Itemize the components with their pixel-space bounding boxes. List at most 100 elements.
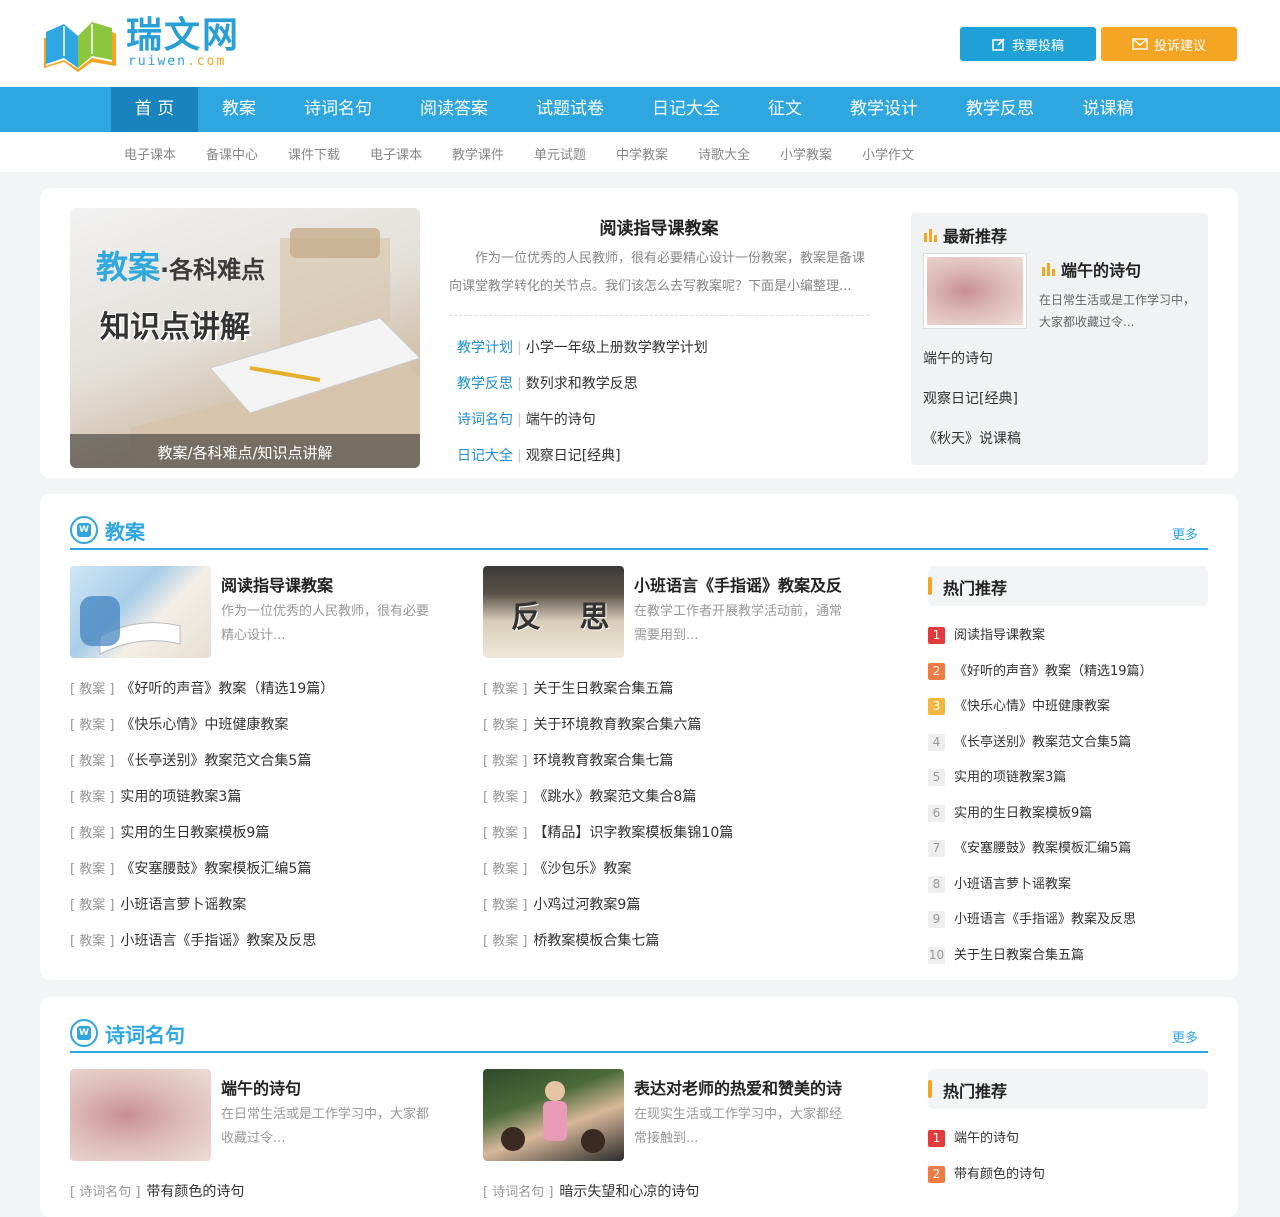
- section-title[interactable]: 诗词名句: [105, 1019, 185, 1048]
- hero-link[interactable]: 诗词名句 | 端午的诗句: [449, 402, 869, 438]
- list-item[interactable]: [ 教案 ] 【精品】识字教案模板集锦10篇: [483, 822, 733, 842]
- recommend-link[interactable]: 《秋天》说课稿: [923, 428, 1021, 448]
- hot-item[interactable]: 6 实用的生日教案模板9篇: [928, 802, 1092, 822]
- subnav-item[interactable]: 单元试题: [534, 144, 586, 163]
- subnav-item[interactable]: 备课中心: [206, 144, 258, 163]
- list-item[interactable]: [ 诗词名句 ] 带有颜色的诗句: [70, 1181, 244, 1201]
- latest-recommend-heading: 最新推荐: [923, 223, 1007, 247]
- recommend-featured-title[interactable]: 端午的诗句: [1041, 257, 1141, 281]
- hot-item[interactable]: 4 《长亭送别》教案范文合集5篇: [928, 731, 1131, 751]
- edit-icon: [992, 38, 1005, 51]
- featured-title: 阅读指导课教案: [221, 576, 334, 595]
- featured-title: 端午的诗句: [221, 1079, 302, 1098]
- teacher-illustration: [501, 1081, 605, 1153]
- nav-yuedu[interactable]: 阅读答案: [406, 87, 502, 132]
- hot-item[interactable]: 7 《安塞腰鼓》教案模板汇编5篇: [928, 837, 1131, 857]
- list-item[interactable]: [ 教案 ] 小班语言萝卜谣教案: [70, 894, 246, 914]
- subnav-item[interactable]: 诗歌大全: [698, 144, 750, 163]
- list-item[interactable]: [ 教案 ] 《好听的声音》教案（精选19篇）: [70, 678, 334, 698]
- complaint-button[interactable]: 投诉建议: [1101, 27, 1237, 61]
- hot-item[interactable]: 2 《好听的声音》教案（精选19篇）: [928, 660, 1153, 680]
- list-item[interactable]: [ 教案 ] 关于环境教育教案合集六篇: [483, 714, 701, 734]
- open-book-illustration: [80, 596, 181, 655]
- subnav-item[interactable]: 教学课件: [452, 144, 504, 163]
- site-logo[interactable]: 瑞文网 ruiwen.com: [40, 14, 250, 74]
- logo-text: 瑞文网: [126, 15, 241, 56]
- more-link[interactable]: 更多: [1172, 524, 1198, 543]
- banner-caption: 教案/各科难点/知识点讲解: [70, 434, 420, 468]
- nav-home[interactable]: 首 页: [111, 87, 198, 132]
- section-header: W 教案 更多: [70, 514, 1208, 550]
- hot-item[interactable]: 3 《快乐心情》中班健康教案: [928, 695, 1110, 715]
- subnav-item[interactable]: 电子课本: [124, 144, 176, 163]
- nav-jiaoan[interactable]: 教案: [208, 87, 270, 132]
- nav-shici[interactable]: 诗词名句: [290, 87, 386, 132]
- hero-article-title[interactable]: 阅读指导课教案: [449, 214, 869, 239]
- hot-item[interactable]: 9 小班语言《手指谣》教案及反思: [928, 908, 1136, 928]
- featured-article[interactable]: 阅读指导课教案 作为一位优秀的人民教师，很有必要精心设计...: [70, 566, 450, 658]
- nav-shiti[interactable]: 试题试卷: [522, 87, 618, 132]
- hot-item[interactable]: 1 阅读指导课教案: [928, 624, 1045, 644]
- hot-item[interactable]: 10 关于生日教案合集五篇: [928, 944, 1084, 964]
- hot-item[interactable]: 5 实用的项链教案3篇: [928, 766, 1066, 786]
- list-item[interactable]: [ 教案 ] 桥教案模板合集七篇: [483, 930, 659, 950]
- hero-card: 教案·各科难点 知识点讲解 教案/各科难点/知识点讲解 阅读指导课教案 作为一位…: [40, 188, 1238, 478]
- subnav-item[interactable]: 小学教案: [780, 144, 832, 163]
- list-item[interactable]: [ 诗词名句 ] 暗示失望和心凉的诗句: [483, 1181, 699, 1201]
- featured-article[interactable]: 端午的诗句 在日常生活或是工作学习中，大家都收藏过令...: [70, 1069, 450, 1161]
- zongzi-thumbnail: [70, 1069, 211, 1161]
- nav-riji[interactable]: 日记大全: [638, 87, 734, 132]
- reflection-thumbnail: 反 思: [483, 566, 624, 658]
- list-item[interactable]: [ 教案 ] 关于生日教案合集五篇: [483, 678, 673, 698]
- featured-desc: 在教学工作者开展教学活动前，通常需要用到...: [634, 604, 843, 643]
- hero-link[interactable]: 教学反思 | 数列求和教学反思: [449, 366, 869, 402]
- w-logo-icon: W: [70, 516, 98, 544]
- recommend-thumbnail[interactable]: [923, 253, 1027, 329]
- more-link[interactable]: 更多: [1172, 1027, 1198, 1046]
- w-logo-icon: W: [70, 1019, 98, 1047]
- featured-article[interactable]: 反 思 小班语言《手指谣》教案及反 在教学工作者开展教学活动前，通常需要用到..…: [483, 566, 863, 658]
- hero-link[interactable]: 日记大全 | 观察日记[经典]: [449, 438, 869, 474]
- featured-article[interactable]: 表达对老师的热爱和赞美的诗 在现实生活或工作学习中，大家都经常接触到...: [483, 1069, 863, 1161]
- hot-recommend-heading: 热门推荐: [928, 566, 1208, 606]
- section-shici: W 诗词名句 更多 端午的诗句 在日常生活或是工作学习中，大家都收藏过令... …: [40, 997, 1238, 1217]
- featured-title: 表达对老师的热爱和赞美的诗: [634, 1079, 843, 1098]
- list-item[interactable]: [ 教案 ] 《长亭送别》教案范文合集5篇: [70, 750, 311, 770]
- site-header: 瑞文网 ruiwen.com 我要投稿 投诉建议: [0, 0, 1280, 87]
- hot-item[interactable]: 2 带有颜色的诗句: [928, 1163, 1045, 1183]
- nav-shuokegao[interactable]: 说课稿: [1068, 87, 1148, 132]
- logo-domain: ruiwen.com: [128, 54, 227, 69]
- subnav-item[interactable]: 电子课本: [370, 144, 422, 163]
- list-item[interactable]: [ 教案 ] 《快乐心情》中班健康教案: [70, 714, 288, 734]
- hero-article: 阅读指导课教案 作为一位优秀的人民教师，很有必要精心设计一份教案，教案是备课向课…: [449, 208, 869, 474]
- list-item[interactable]: [ 教案 ] 小班语言《手指谣》教案及反思: [70, 930, 316, 950]
- list-item[interactable]: [ 教案 ] 小鸡过河教案9篇: [483, 894, 640, 914]
- recommend-link[interactable]: 观察日记[经典]: [923, 388, 1018, 408]
- hero-article-desc: 作为一位优秀的人民教师，很有必要精心设计一份教案，教案是备课向课堂教学转化的关节…: [449, 251, 866, 294]
- list-item[interactable]: [ 教案 ] 实用的项链教案3篇: [70, 786, 241, 806]
- list-item[interactable]: [ 教案 ] 环境教育教案合集七篇: [483, 750, 673, 770]
- recommend-link[interactable]: 端午的诗句: [923, 348, 993, 368]
- section-title[interactable]: 教案: [105, 516, 145, 545]
- reading-book-thumbnail: [70, 566, 211, 658]
- nav-jiaoxuesheji[interactable]: 教学设计: [836, 87, 932, 132]
- list-item[interactable]: [ 教案 ] 《跳水》教案范文集合8篇: [483, 786, 696, 806]
- nav-jiaoxuefansi[interactable]: 教学反思: [952, 87, 1048, 132]
- hero-banner-image[interactable]: 教案·各科难点 知识点讲解 教案/各科难点/知识点讲解: [70, 208, 420, 468]
- hero-link[interactable]: 教学计划 | 小学一年级上册数学教学计划: [449, 330, 869, 366]
- subnav-item[interactable]: 小学作文: [862, 144, 914, 163]
- section-header: W 诗词名句 更多: [70, 1017, 1208, 1053]
- list-item[interactable]: [ 教案 ] 实用的生日教案模板9篇: [70, 822, 269, 842]
- bar-chart-icon: [1042, 263, 1055, 276]
- hot-item[interactable]: 8 小班语言萝卜谣教案: [928, 873, 1071, 893]
- list-item[interactable]: [ 教案 ] 《沙包乐》教案: [483, 858, 631, 878]
- hot-item[interactable]: 1 端午的诗句: [928, 1127, 1019, 1147]
- featured-title: 小班语言《手指谣》教案及反: [634, 576, 843, 595]
- subnav-item[interactable]: 课件下载: [288, 144, 340, 163]
- submit-article-button[interactable]: 我要投稿: [960, 27, 1096, 61]
- section-jiaoan: W 教案 更多 阅读指导课教案 作为一位优秀的人民教师，很有必要精心设计... …: [40, 494, 1238, 980]
- latest-recommend-panel: 最新推荐 端午的诗句 在日常生活或是工作学习中，大家都收藏过令... 端午的诗句…: [911, 213, 1208, 465]
- list-item[interactable]: [ 教案 ] 《安塞腰鼓》教案模板汇编5篇: [70, 858, 311, 878]
- subnav-item[interactable]: 中学教案: [616, 144, 668, 163]
- nav-zhengwen[interactable]: 征文: [754, 87, 816, 132]
